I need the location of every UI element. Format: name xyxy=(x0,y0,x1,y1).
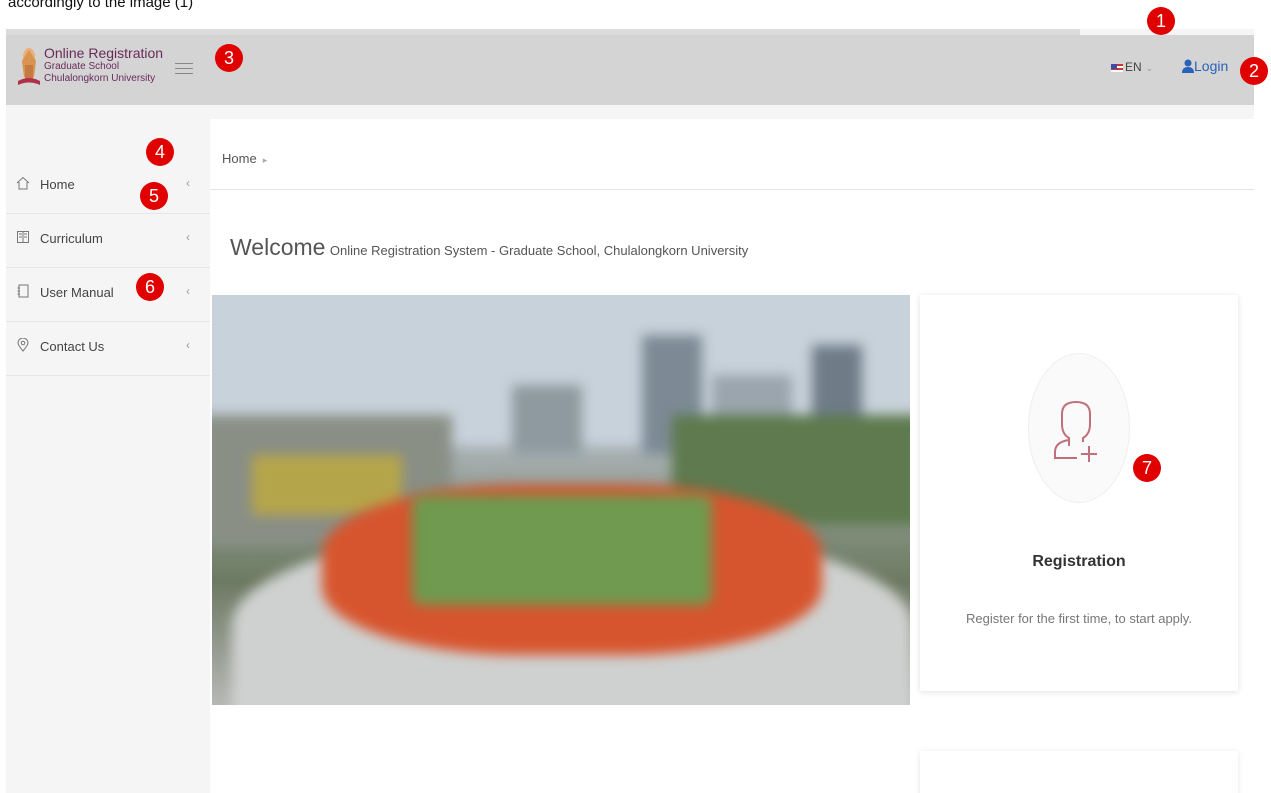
university-emblem-icon xyxy=(18,48,40,85)
language-selector[interactable]: EN ⌄ xyxy=(1111,60,1153,74)
registration-icon-circle xyxy=(1028,353,1130,503)
sidebar-item-home[interactable]: Home ‹ xyxy=(6,159,210,214)
notebook-icon xyxy=(17,284,29,298)
menu-toggle-icon[interactable] xyxy=(175,59,193,77)
annotation-badge-4: 4 xyxy=(146,138,174,166)
main-content: Home ▸ Welcome Online Registration System… xyxy=(210,119,1254,793)
annotation-badge-1: 1 xyxy=(1147,7,1175,35)
breadcrumb-home-link[interactable]: Home xyxy=(222,151,257,166)
annotation-badge-6: 6 xyxy=(136,273,164,301)
map-pin-icon xyxy=(17,338,29,352)
sidebar-item-curriculum[interactable]: Curriculum ‹ xyxy=(6,213,210,268)
welcome-title: Welcome xyxy=(230,234,326,260)
book-icon xyxy=(17,231,29,243)
logo-title: Online Registration xyxy=(44,45,164,61)
sidebar-item-label: Curriculum xyxy=(40,231,103,246)
logo-text: Online Registration Graduate School Chul… xyxy=(44,45,163,85)
breadcrumb: Home ▸ xyxy=(222,151,267,166)
logo-subtitle-2: Chulalongkorn University xyxy=(44,73,156,84)
logo[interactable]: Online Registration Graduate School Chul… xyxy=(18,43,168,99)
breadcrumb-bar: Home ▸ xyxy=(210,119,1254,190)
sidebar-item-contact-us[interactable]: Contact Us ‹ xyxy=(6,321,210,376)
breadcrumb-separator-icon: ▸ xyxy=(262,155,268,165)
chevron-left-icon: ‹ xyxy=(186,338,190,352)
sidebar-item-label: Home xyxy=(40,177,75,192)
sidebar-item-user-manual[interactable]: User Manual ‹ xyxy=(6,267,210,322)
user-icon xyxy=(1182,59,1194,73)
login-label: Login xyxy=(1194,58,1229,74)
annotation-badge-2: 2 xyxy=(1240,57,1268,85)
registration-description: Register for the first time, to start ap… xyxy=(966,611,1192,626)
home-icon xyxy=(16,176,30,190)
us-flag-icon xyxy=(1111,63,1123,72)
caption-text: accordingly to the image (1) xyxy=(8,0,194,11)
hero-stadium-image xyxy=(212,295,910,705)
sidebar-item-label: Contact Us xyxy=(40,339,105,354)
add-user-icon xyxy=(1054,400,1097,462)
logo-subtitle-1: Graduate School xyxy=(44,61,120,72)
header-bar: Online Registration Graduate School Chul… xyxy=(6,35,1254,105)
login-link[interactable]: Login xyxy=(1182,58,1228,74)
chevron-left-icon: ‹ xyxy=(186,284,190,298)
welcome-heading: Welcome Online Registration System - Gra… xyxy=(230,234,748,261)
language-label: EN xyxy=(1125,60,1142,74)
chevron-left-icon: ‹ xyxy=(186,230,190,244)
welcome-subtitle: Online Registration System - Graduate Sc… xyxy=(329,243,749,258)
secondary-card[interactable] xyxy=(920,751,1238,793)
annotation-badge-5: 5 xyxy=(140,182,168,210)
registration-title: Registration xyxy=(1032,553,1126,570)
chevron-left-icon: ‹ xyxy=(186,176,190,190)
sidebar-item-label: User Manual xyxy=(40,285,114,300)
chevron-down-icon: ⌄ xyxy=(1145,63,1154,73)
app-window: Online Registration Graduate School Chul… xyxy=(6,29,1254,793)
registration-card[interactable]: Registration Register for the first time… xyxy=(920,295,1238,691)
annotation-badge-3: 3 xyxy=(215,44,243,72)
sidebar: Home ‹ Curriculum ‹ User Manual ‹ Contac… xyxy=(6,105,210,793)
annotation-badge-7: 7 xyxy=(1133,454,1161,482)
